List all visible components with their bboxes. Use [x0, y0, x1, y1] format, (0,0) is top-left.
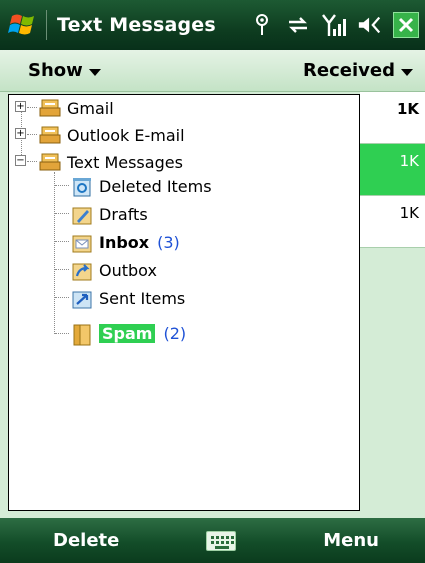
size-cell[interactable]: 1K: [360, 196, 425, 248]
title-bar: Text Messages: [0, 0, 425, 50]
tree-item-outlook-email[interactable]: Outlook E-mail: [39, 122, 185, 148]
show-menu-label: Show: [28, 60, 83, 81]
tree-item-gmail[interactable]: Gmail: [39, 95, 114, 121]
tree-item-label: Gmail: [67, 98, 114, 118]
softkey-bar: Delete Menu: [0, 518, 425, 563]
menu-strip: Show Received: [0, 50, 425, 92]
mailbox-icon: [39, 98, 61, 118]
received-sort-button[interactable]: Received: [303, 60, 413, 81]
tree-item-label: Inbox: [99, 232, 150, 252]
tree-item-inbox[interactable]: Inbox (3): [71, 229, 180, 255]
inbox-folder-icon: [71, 232, 93, 253]
delete-softkey[interactable]: Delete: [53, 530, 119, 551]
windows-start-icon[interactable]: [0, 0, 46, 50]
recycle-bin-icon: [71, 176, 93, 197]
tree-item-spam[interactable]: Spam (2): [71, 320, 186, 346]
expand-gmail-toggle[interactable]: +: [15, 101, 26, 112]
expand-outlook-toggle[interactable]: +: [15, 128, 26, 139]
chevron-down-icon: [401, 68, 413, 76]
antenna-icon[interactable]: [249, 10, 275, 40]
app-title: Text Messages: [57, 14, 216, 36]
status-icons: [249, 10, 425, 40]
sent-items-folder-icon: [71, 288, 93, 309]
connectivity-icon[interactable]: [285, 10, 311, 40]
spam-folder-icon: [71, 323, 93, 346]
tree-item-label: Drafts: [99, 204, 148, 224]
size-header: 1K: [360, 92, 425, 144]
menu-softkey[interactable]: Menu: [323, 530, 379, 551]
mailbox-icon: [39, 152, 61, 172]
size-cell-selected[interactable]: 1K: [360, 144, 425, 196]
tree-item-label: Outbox: [99, 260, 157, 280]
tree-item-label: Outlook E-mail: [67, 125, 185, 145]
collapse-text-messages-toggle[interactable]: −: [15, 155, 26, 166]
tree-item-deleted-items[interactable]: Deleted Items: [71, 173, 212, 199]
tree-item-label: Sent Items: [99, 288, 186, 308]
tree-item-label: Text Messages: [67, 152, 183, 172]
received-sort-label: Received: [303, 60, 395, 81]
tree-item-outbox[interactable]: Outbox: [71, 257, 157, 283]
tree-item-text-messages[interactable]: Text Messages: [39, 149, 183, 175]
unread-count-badge: (2): [163, 323, 187, 343]
tree-item-drafts[interactable]: Drafts: [71, 201, 148, 227]
mailbox-icon: [39, 125, 61, 145]
folder-tree[interactable]: + Gmail + Outlook E-mail − Text Messages: [8, 94, 360, 511]
message-list-area: 1K 1K 1K + Gmail + Outlook E-mail − Text…: [0, 92, 425, 518]
tree-item-label-selected: Spam: [99, 323, 156, 343]
unread-count-badge: (3): [157, 232, 180, 252]
outbox-folder-icon: [71, 260, 93, 281]
show-menu-button[interactable]: Show: [28, 60, 101, 81]
volume-icon[interactable]: [357, 10, 383, 40]
drafts-folder-icon: [71, 204, 93, 225]
keyboard-icon[interactable]: [206, 530, 237, 551]
tree-item-sent-items[interactable]: Sent Items: [71, 285, 185, 311]
title-divider: [46, 10, 47, 40]
chevron-down-icon: [88, 68, 101, 76]
tree-item-label: Deleted Items: [99, 176, 212, 196]
size-column: 1K 1K 1K: [360, 92, 425, 518]
close-icon[interactable]: [393, 12, 419, 38]
signal-strength-icon[interactable]: [321, 10, 347, 40]
